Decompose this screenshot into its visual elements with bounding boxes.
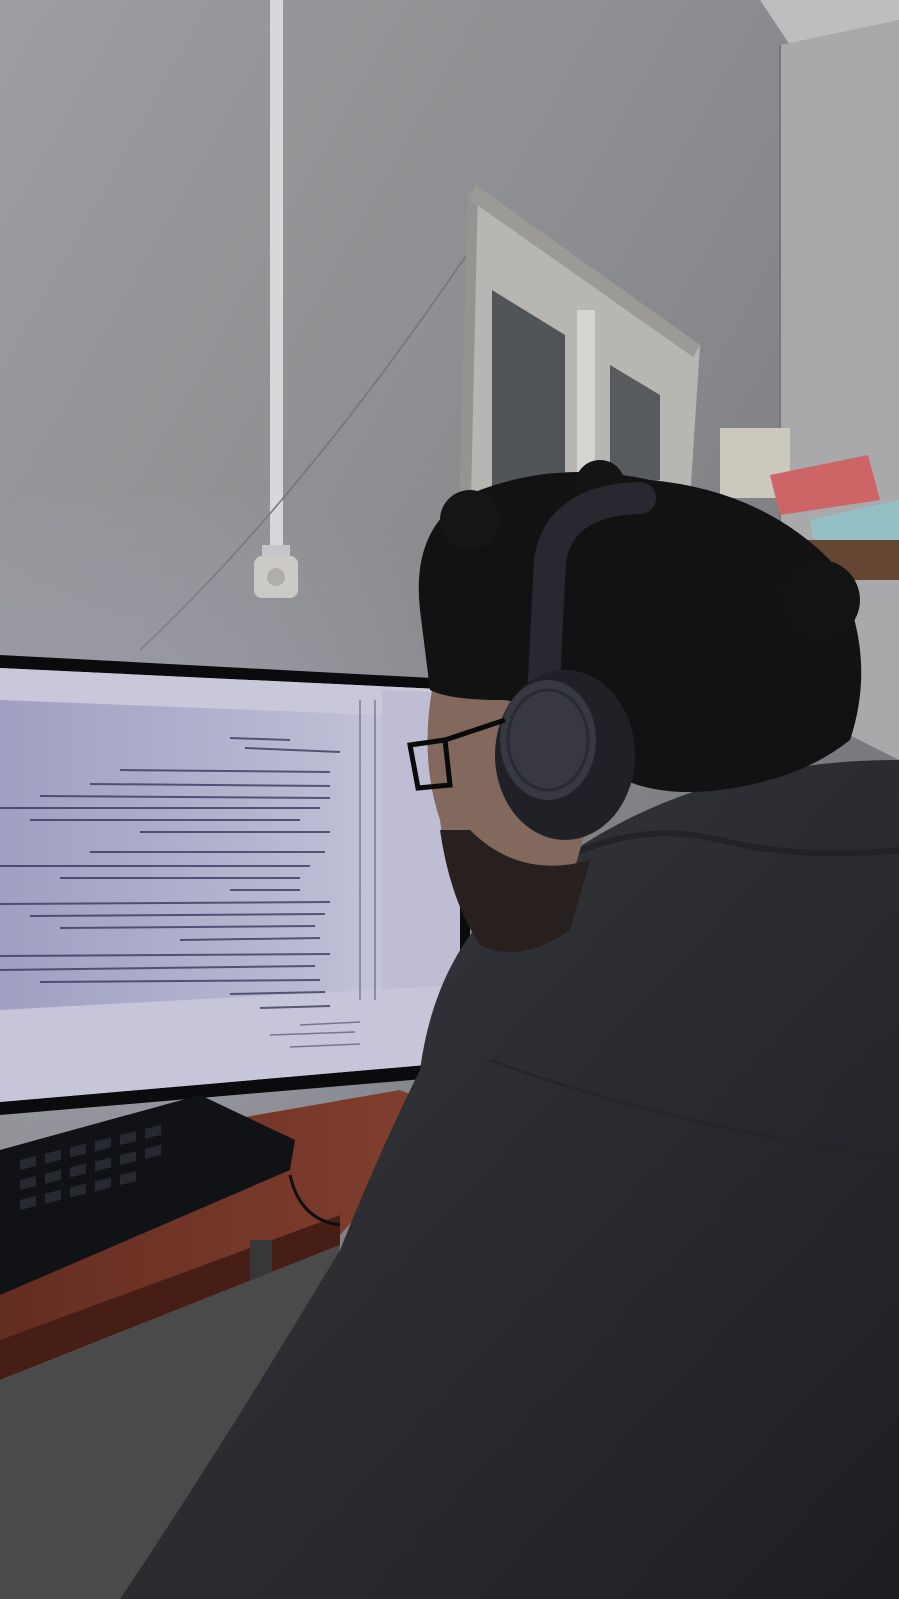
photo-scene [0, 0, 899, 1599]
scene-drawing [0, 0, 899, 1599]
